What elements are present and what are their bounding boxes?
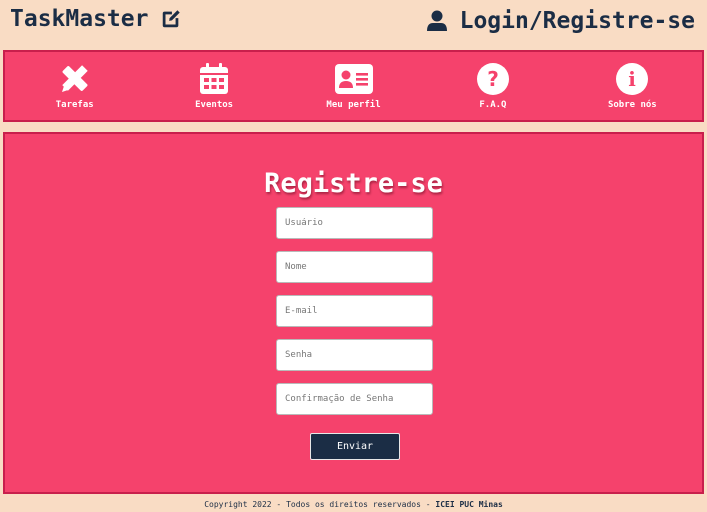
footer: Copyright 2022 - Todos os direitos reser… [0, 500, 707, 509]
nav-item-sobre-nos[interactable]: i Sobre nós [563, 52, 702, 120]
login-label: Login/Registre-se [459, 8, 695, 34]
svg-text:i: i [629, 67, 637, 91]
main-nav: Tarefas Eventos Meu perfil ? F.A.Q i Sob… [3, 50, 704, 122]
nav-label-meu-perfil: Meu perfil [326, 100, 381, 110]
nav-label-tarefas: Tarefas [55, 100, 94, 110]
calendar-icon [200, 63, 229, 94]
name-field[interactable] [276, 251, 433, 283]
password-field[interactable] [276, 339, 433, 371]
header: TaskMaster Login/Registre-se [0, 0, 707, 46]
nav-item-faq[interactable]: ? F.A.Q [423, 52, 562, 120]
nav-item-tarefas[interactable]: Tarefas [5, 52, 144, 120]
footer-org: ICEI PUC Minas [435, 500, 503, 509]
edit-icon [163, 10, 181, 28]
brand[interactable]: TaskMaster [10, 6, 182, 32]
question-circle-icon: ? [476, 63, 509, 95]
svg-text:?: ? [487, 67, 499, 91]
nav-label-sobre-nos: Sobre nós [607, 100, 657, 110]
brand-title: TaskMaster [10, 6, 149, 32]
register-panel: Registre-se Enviar [3, 132, 704, 494]
user-icon [426, 10, 447, 31]
form-title: Registre-se [264, 168, 443, 199]
email-field[interactable] [276, 295, 433, 327]
id-card-icon [334, 64, 373, 94]
login-register-link[interactable]: Login/Registre-se [426, 8, 695, 34]
footer-copyright: Copyright 2022 - Todos os direitos reser… [204, 500, 436, 509]
info-circle-icon: i [616, 63, 649, 95]
pencil-ruler-icon [61, 65, 88, 92]
nav-item-eventos[interactable]: Eventos [144, 52, 283, 120]
nav-label-eventos: Eventos [195, 100, 234, 110]
submit-button[interactable]: Enviar [310, 433, 400, 460]
nav-item-meu-perfil[interactable]: Meu perfil [284, 52, 423, 120]
confirm-password-field[interactable] [276, 383, 433, 415]
username-field[interactable] [276, 207, 433, 239]
nav-label-faq: F.A.Q [479, 100, 507, 110]
